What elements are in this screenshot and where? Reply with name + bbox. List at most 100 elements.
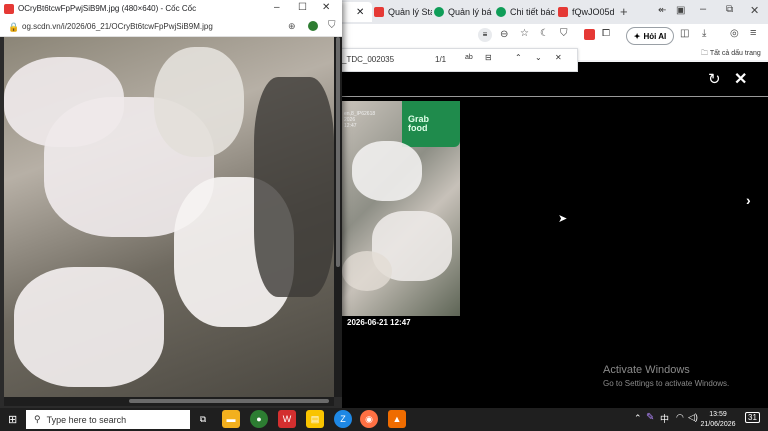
tab-4[interactable]: fQwJO05d [558,2,614,22]
taskbar-search-box[interactable]: ⚲ Type here to search [26,410,190,429]
minimize-icon[interactable]: – [700,3,706,15]
volume-icon[interactable]: ◁) [688,412,698,423]
find-previous-icon[interactable]: ⌃ [515,53,522,62]
sidebar-icon[interactable]: ◫ [680,28,689,39]
popup-extension-icon[interactable] [308,21,318,31]
vertical-scrollbar[interactable] [334,37,342,397]
ask-ai-label: Hỏi AI [643,31,667,41]
new-tab-icon[interactable]: + [620,4,628,19]
input-method-icon[interactable]: 中 [660,412,669,425]
profile-icon[interactable]: ◎ [730,28,739,39]
popup-url[interactable]: og.scdn.vn/i/2026/06_21/OCryBt6tcwFpPwjS… [22,22,213,31]
image-timestamp: 2026-06-21 12:47 [347,318,411,327]
folder-icon: 🗀 [701,50,708,57]
lightbox-image[interactable]: en,8_IP62618 2026 12:47 Grab food [342,101,460,316]
tab-2[interactable]: Quản lý bá [434,2,492,22]
tab-search-icon[interactable]: ▣ [676,5,685,16]
coccoc-browser-icon[interactable]: ● [250,410,268,428]
shield-icon[interactable]: ⛉ [560,28,568,39]
app-logo-icon [4,4,14,14]
bag-shape [352,141,422,201]
find-bar: _TDC_002035 1/1 ab ⊟ ⌃ ⌄ ✕ [336,48,578,72]
menu-icon[interactable]: ≡ [750,27,756,39]
find-close-icon[interactable]: ✕ [555,53,562,62]
wifi-icon[interactable]: ◠ [676,412,684,423]
back-history-icon[interactable]: ↞ [658,5,666,16]
tab-favicon-icon [434,7,444,17]
popup-address-bar: 🔒 og.scdn.vn/i/2026/06_21/OCryBt6tcwFpPw… [0,18,342,37]
popup-zoom-icon[interactable]: ⊕ [288,21,296,32]
zoom-icon[interactable]: ⊖ [500,29,508,40]
all-bookmarks-label: Tất cả dấu trang [709,50,761,57]
chrome-canary-icon[interactable]: ◉ [360,410,378,428]
tab-favicon-icon [496,7,506,17]
file-explorer-icon[interactable]: ▬ [222,410,240,428]
notification-icon[interactable]: 31 [745,412,760,423]
lightbox-divider [342,96,768,97]
popup-titlebar: OCryBt6tcwFpPwjSiB9M.jpg (480×640) - Cốc… [0,0,342,18]
full-size-image[interactable] [4,37,334,397]
task-view-icon[interactable]: ⧉ [194,410,212,428]
find-next-icon[interactable]: ⌄ [535,53,542,62]
app-icon[interactable]: ▲ [388,410,406,428]
extensions-puzzle-icon[interactable]: ⧠ [602,28,610,39]
scroll-thumb[interactable] [336,37,340,267]
scroll-thumb[interactable] [129,399,329,403]
tab-current[interactable]: ✕ [338,2,372,22]
search-icon: ⚲ [34,414,41,424]
all-bookmarks-link[interactable]: 🗀 Tất cả dấu trang [701,49,761,60]
activate-windows-watermark: Activate Windows Go to Settings to activ… [603,364,729,388]
tab-bar: ✕ Quản lý Sta Quản lý bá Chi tiết bác fQ… [336,0,768,24]
whole-word-icon[interactable]: ⊟ [485,53,492,62]
tab-3[interactable]: Chi tiết bác [496,2,558,22]
tab-1[interactable]: Quản lý Sta [374,2,432,22]
find-count: 1/1 [435,55,447,64]
popup-close-icon[interactable]: ✕ [322,2,330,13]
tab-label: Quản lý Sta [388,7,432,17]
popup-minimize-icon[interactable]: – [274,2,280,13]
clock-time: 13:59 [709,411,727,418]
popup-maximize-icon[interactable]: ☐ [298,2,307,13]
lock-icon: 🔒 [8,22,20,32]
shadow-shape [254,77,334,297]
clock-date: 21/06/2026 [700,421,736,428]
browser-toolbar: ≡ ⊖ ☆ ☾ ⛉ ⧠ ✦ Hỏi AI ◫ ⤓ ◎ ≡ [336,24,768,48]
tray-overflow-icon[interactable]: ⌃ [634,413,642,424]
bookmark-star-icon[interactable]: ☆ [520,28,529,39]
rotate-icon[interactable]: ↻ [708,70,721,88]
image-metadata-overlay: en,8_IP62618 2026 12:47 [344,111,376,129]
tab-favicon-icon [558,7,568,17]
tab-close-icon[interactable]: ✕ [356,7,364,18]
find-query[interactable]: _TDC_002035 [342,55,394,64]
match-case-icon[interactable]: ab [465,54,473,61]
close-lightbox-icon[interactable]: ✕ [734,69,747,89]
tab-label: fQwJO05d [572,7,614,17]
search-placeholder: Type here to search [46,414,127,425]
clock[interactable]: 13:59 21/06/2026 [700,410,736,430]
watermark-title: Activate Windows [603,364,690,376]
watermark-subtitle: Go to Settings to activate Windows. [603,379,730,388]
bag-shape [342,251,392,291]
dark-mode-icon[interactable]: ☾ [540,28,549,39]
next-image-icon[interactable]: › [746,192,751,208]
reader-mode-icon[interactable]: ≡ [478,28,492,42]
horizontal-scrollbar[interactable] [4,397,334,406]
wps-office-icon[interactable]: W [278,410,296,428]
mouse-cursor-icon: ➤ [558,213,568,225]
extension-icon[interactable] [584,29,595,40]
tab-label: Quản lý bá [448,7,492,17]
bag-shape [154,47,244,157]
popup-title: OCryBt6tcwFpPwjSiB9M.jpg (480×640) - Cốc… [18,4,197,13]
windows-start-icon[interactable]: ⊞ [8,413,17,426]
tab-favicon-icon [374,7,384,17]
ask-ai-button[interactable]: ✦ Hỏi AI [626,27,674,45]
popup-shield-icon[interactable]: ⛉ [328,20,336,31]
restore-icon[interactable]: ⧉ [726,4,733,15]
sticky-notes-icon[interactable]: ▤ [306,410,324,428]
bag-shape [14,267,164,387]
pen-icon[interactable]: ✎ [646,412,654,423]
zalo-icon[interactable]: Z [334,410,352,428]
grab-food-logo: Grab food [402,101,460,147]
download-icon[interactable]: ⤓ [702,28,706,39]
close-window-icon[interactable]: ✕ [750,4,759,17]
